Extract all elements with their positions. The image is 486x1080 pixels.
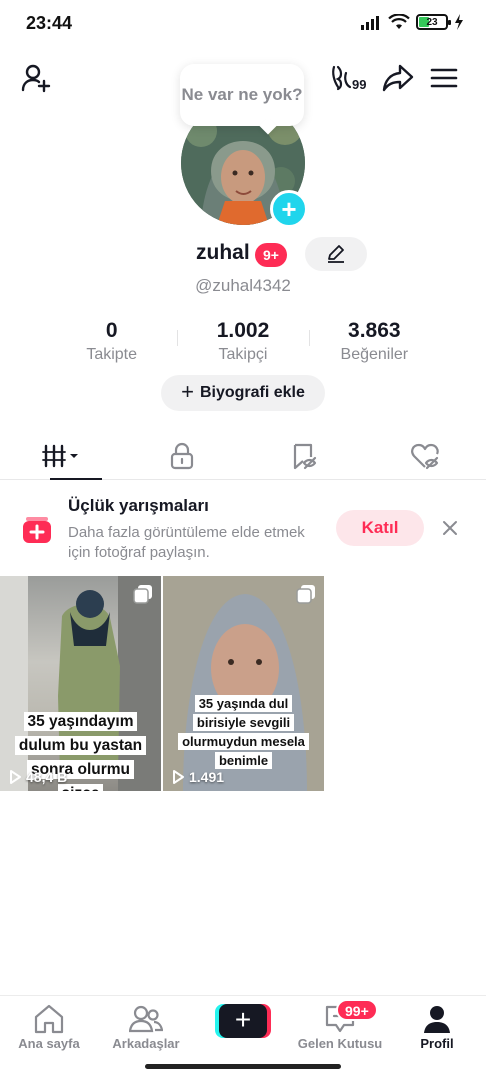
share-profile-button[interactable] <box>380 60 416 96</box>
view-count: 1.491 <box>171 769 224 785</box>
bookmark-hidden-icon <box>293 443 316 469</box>
friends-icon <box>129 1005 163 1033</box>
stat-label: Takipçi <box>218 346 268 363</box>
caption-line: olurmuydun mesela <box>178 733 309 750</box>
nav-home[interactable]: Ana sayfa <box>1 1004 97 1051</box>
add-user-icon <box>21 64 51 93</box>
gift-count: 99 <box>352 77 366 92</box>
plus-icon: + <box>281 194 297 224</box>
plus-icon: + <box>219 1004 267 1038</box>
caption-line: benimle <box>214 752 273 769</box>
profile-icon <box>424 1006 450 1033</box>
close-icon <box>443 521 457 535</box>
status-icons: 23 <box>360 14 464 30</box>
add-story-button[interactable]: + <box>270 190 308 228</box>
caption-line: birisiyle sevgili <box>192 714 295 731</box>
stat-label: Takipte <box>86 346 138 363</box>
caption-line: dulum bu yastan <box>14 736 147 755</box>
stat-label: Beğeniler <box>340 346 409 363</box>
heart-hidden-icon <box>411 443 439 469</box>
video-grid: 35 yaşındayım dulum bu yastan sonra olur… <box>0 576 486 791</box>
charging-icon <box>455 14 463 30</box>
video-thumbnail[interactable]: 35 yaşındayım dulum bu yastan sonra olur… <box>0 576 161 791</box>
add-bio-button[interactable]: + Biyografi ekle <box>161 375 325 411</box>
tab-favorites[interactable] <box>243 432 365 479</box>
edit-profile-button[interactable] <box>305 237 367 271</box>
stat-followers[interactable]: 1.002 Takipçi <box>177 318 308 368</box>
play-icon <box>10 770 21 784</box>
photo-stack-plus-icon <box>23 517 51 543</box>
signal-icon <box>361 16 379 30</box>
battery-icon: 23 <box>416 14 451 30</box>
video-thumbnail[interactable]: 35 yaşında dul birisiyle sevgili olurmuy… <box>163 576 324 791</box>
photo-carousel-icon <box>133 585 152 604</box>
stat-following[interactable]: 0 Takipte <box>46 318 177 368</box>
gift-icon: 99 <box>332 65 366 92</box>
nav-home-label: Ana sayfa <box>18 1036 80 1051</box>
profile-stats: 0 Takipte 1.002 Takipçi 3.863 Beğeniler <box>46 318 440 368</box>
battery-level: 23 <box>426 16 438 28</box>
username: @zuhal4342 <box>195 276 291 295</box>
nav-inbox-label: Gelen Kutusu <box>297 1036 383 1051</box>
menu-button[interactable] <box>426 60 462 96</box>
nav-friends[interactable]: Arkadaşlar <box>98 1004 194 1051</box>
photo-carousel-icon <box>296 585 315 604</box>
name-row: zuhal 9+ <box>0 237 486 273</box>
hamburger-menu-icon <box>430 68 458 88</box>
dismiss-banner-button[interactable] <box>438 516 462 540</box>
gift-button[interactable]: 99 <box>330 60 374 96</box>
stat-value: 0 <box>105 319 118 342</box>
plus-icon: + <box>181 379 194 404</box>
nav-friends-label: Arkadaşlar <box>112 1036 180 1051</box>
view-count-value: 48,4 B <box>26 769 68 785</box>
view-count-value: 1.491 <box>189 769 225 785</box>
join-button[interactable]: Katıl <box>336 510 424 546</box>
story-note-text: Ne var ne yok? <box>181 85 303 104</box>
tab-private[interactable] <box>122 432 244 479</box>
video-caption: 35 yaşında dul birisiyle sevgili olurmuy… <box>163 694 324 770</box>
play-icon <box>173 770 184 784</box>
add-bio-label: Biyografi ekle <box>199 384 305 401</box>
profile-tabs <box>0 432 486 480</box>
stat-value: 3.863 <box>348 319 401 342</box>
home-icon <box>34 1004 64 1034</box>
home-indicator <box>145 1064 341 1069</box>
create-button[interactable]: + <box>215 1004 271 1038</box>
tab-liked[interactable] <box>365 432 486 479</box>
challenge-banner: Üçlük yarışmaları Daha fazla görüntüleme… <box>0 490 486 570</box>
lock-icon <box>171 442 194 469</box>
status-time: 23:44 <box>26 13 73 33</box>
caption-line: 35 yaşında dul <box>194 695 293 712</box>
caption-line: 35 yaşındayım <box>23 712 138 731</box>
add-friend-button[interactable] <box>18 60 54 96</box>
nav-profile-label: Profil <box>420 1036 454 1051</box>
inbox-badge: 99+ <box>336 999 378 1021</box>
stat-value: 1.002 <box>216 319 270 342</box>
display-name: zuhal <box>196 241 250 264</box>
challenge-title: Üçlük yarışmaları <box>68 496 209 515</box>
share-arrow-icon <box>382 64 414 92</box>
nav-inbox[interactable]: 99+ Gelen Kutusu <box>292 999 388 1051</box>
story-note-bubble[interactable]: Ne var ne yok? <box>180 64 304 126</box>
pencil-icon <box>328 245 344 263</box>
wifi-icon <box>388 14 410 29</box>
nav-profile[interactable]: Profil <box>389 1004 485 1051</box>
grid-videos-icon <box>41 444 78 467</box>
challenge-description: Daha fazla görüntüleme elde etmek için f… <box>68 524 305 561</box>
notification-badge[interactable]: 9+ <box>255 243 287 267</box>
view-count: 48,4 B <box>8 769 67 785</box>
status-bar: 23:44 23 <box>0 0 486 48</box>
tab-videos[interactable] <box>0 432 122 480</box>
stat-likes[interactable]: 3.863 Beğeniler <box>308 318 440 368</box>
caption-line: sizce <box>57 784 104 791</box>
